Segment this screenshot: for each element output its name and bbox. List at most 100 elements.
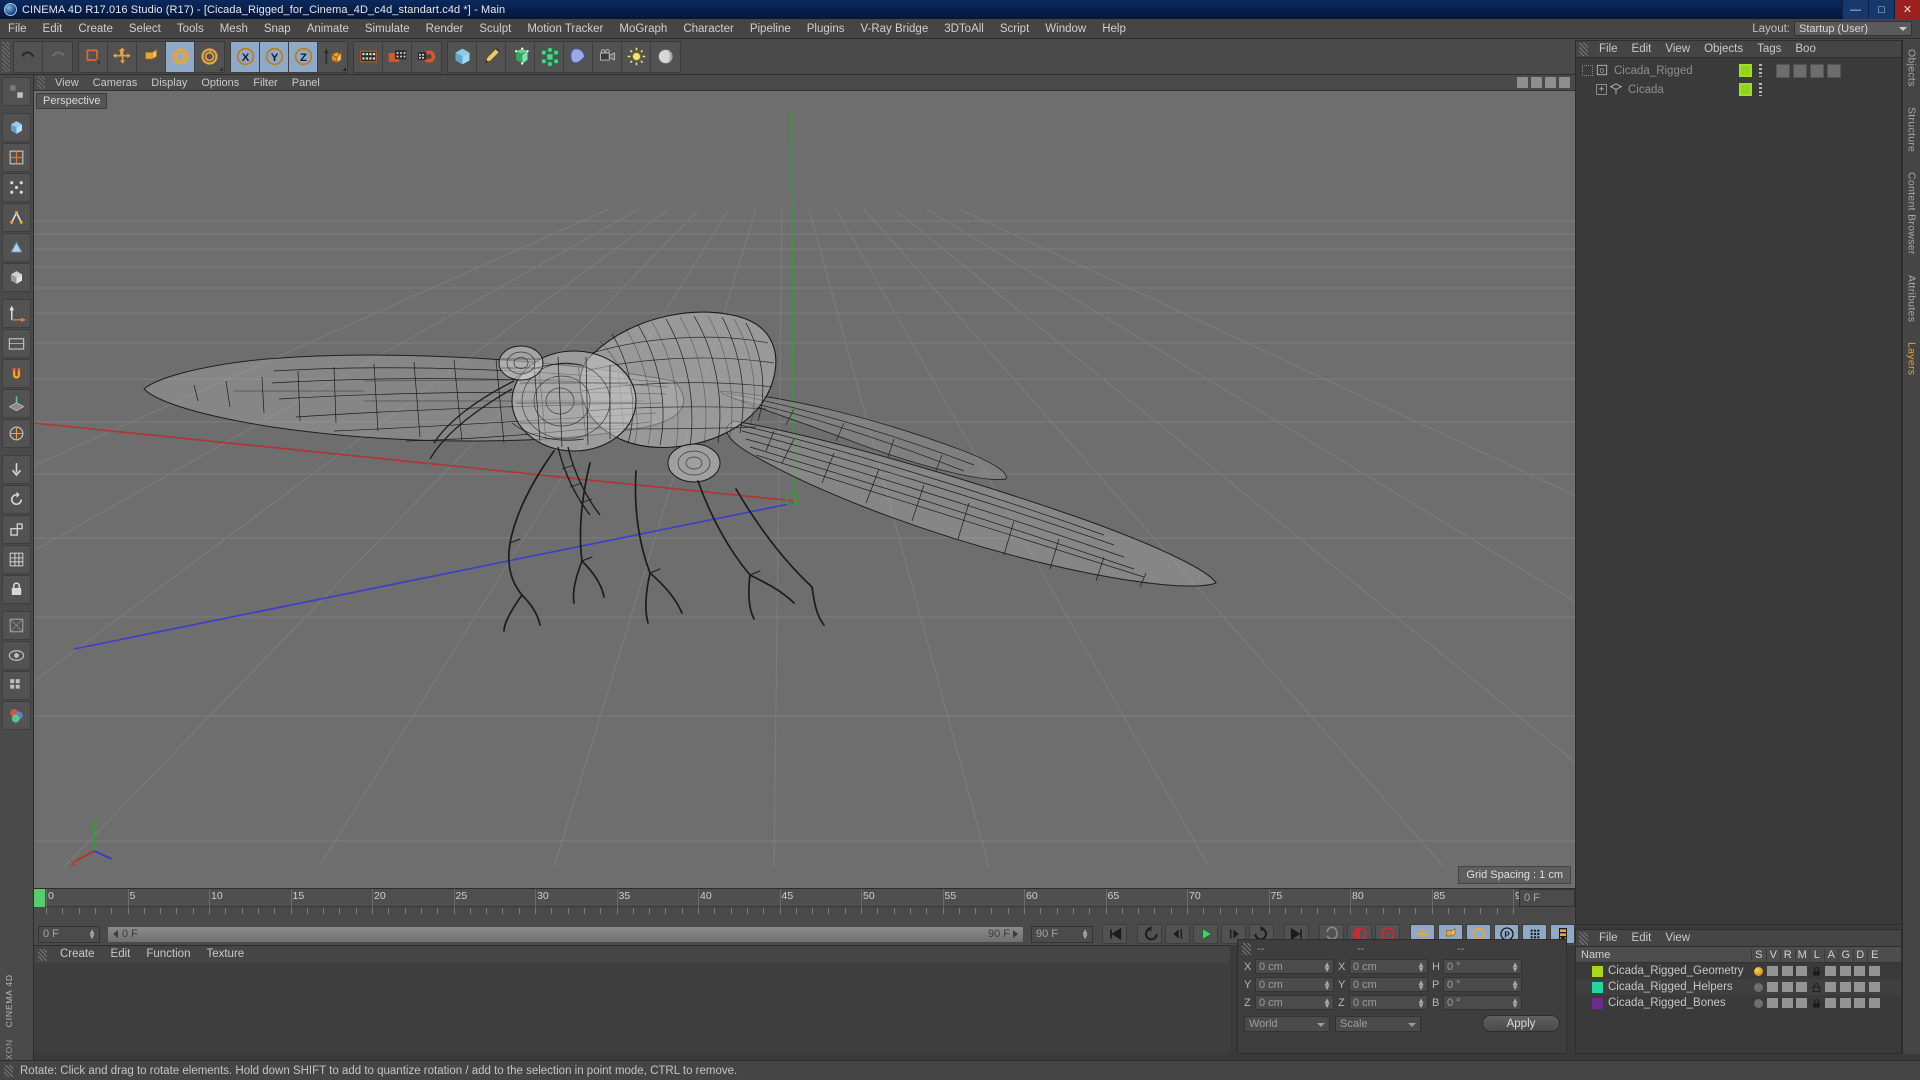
coordinate-input-position-x[interactable]: 0 cm ▲ ▼ — [1255, 959, 1334, 974]
workplane-button[interactable] — [2, 389, 31, 418]
add-light-button[interactable] — [622, 41, 651, 72]
add-generator-button[interactable] — [506, 41, 535, 72]
layer-column-l[interactable]: L — [1809, 948, 1824, 961]
coordinate-input-rotation-h[interactable]: 0 ° ▲ ▼ — [1443, 959, 1522, 974]
layer-column-e[interactable]: E — [1867, 948, 1882, 961]
model-mode-button[interactable] — [2, 263, 31, 292]
layout-dropdown[interactable]: Startup (User) — [1794, 21, 1912, 36]
object-tags[interactable] — [1776, 64, 1841, 78]
close-button[interactable]: ✕ — [1894, 0, 1920, 19]
apply-button[interactable]: Apply — [1482, 1015, 1560, 1032]
timeline-ruler[interactable]: 051015202530354045505560657075808590 0 F — [34, 888, 1575, 923]
viewport-grip[interactable] — [37, 76, 45, 89]
coordinate-input-position-y[interactable]: 0 cm ▲ ▼ — [1255, 977, 1334, 992]
maximize-button[interactable]: □ — [1868, 0, 1894, 19]
texture-tag-icon[interactable] — [1810, 64, 1824, 78]
coordinate-input-size-y[interactable]: 0 cm ▲ ▼ — [1349, 977, 1428, 992]
menu-item-tools[interactable]: Tools — [169, 19, 212, 39]
expand-toggle-icon[interactable] — [1582, 65, 1593, 76]
viewport-menu-options[interactable]: Options — [194, 75, 246, 91]
material-menu-texture[interactable]: Texture — [198, 946, 252, 963]
move-down-button[interactable] — [2, 455, 31, 484]
layer-toggle-render[interactable] — [1780, 982, 1795, 992]
protection-tag-icon[interactable] — [1793, 64, 1807, 78]
move-button[interactable] — [108, 41, 137, 72]
coordinate-input-position-z[interactable]: 0 cm ▲ ▼ — [1255, 995, 1334, 1010]
object-mode-button[interactable] — [2, 113, 31, 142]
layer-toggle-animation[interactable] — [1824, 966, 1839, 976]
spinner-icon[interactable]: ▲ ▼ — [1323, 961, 1331, 974]
texture-lock-button[interactable] — [2, 611, 31, 640]
layer-toggle-render[interactable] — [1780, 998, 1795, 1008]
layer-toggle-manager[interactable] — [1795, 998, 1810, 1008]
object-manager-list[interactable]: 0 Cicada_Rigged + Cicada — [1576, 58, 1901, 99]
viewport-perspective[interactable]: View Cameras Display Options Filter Panel Per… — [34, 75, 1575, 888]
layer-name-cell[interactable]: Cicada_Rigged_Bones — [1576, 997, 1751, 1009]
go-to-start-button[interactable] — [1102, 924, 1127, 944]
layer-toggle-animation[interactable] — [1824, 982, 1839, 992]
mode-toggle-button[interactable] — [2, 77, 31, 106]
layer-toggle-generator[interactable] — [1838, 966, 1853, 976]
layer-column-r[interactable]: R — [1780, 948, 1795, 961]
dropdown-corner-icon[interactable] — [342, 66, 346, 71]
add-cube-button[interactable] — [448, 41, 477, 72]
object-manager-menu-file[interactable]: File — [1592, 41, 1625, 58]
layer-toggle-view[interactable] — [1766, 982, 1781, 992]
locked-button[interactable] — [2, 575, 31, 604]
menu-item-v-ray-bridge[interactable]: V-Ray Bridge — [852, 19, 936, 39]
object-enable-toggle[interactable] — [1739, 64, 1752, 77]
layer-toggle-solo[interactable] — [1751, 998, 1766, 1008]
coordinate-input-rotation-p[interactable]: 0 ° ▲ ▼ — [1443, 977, 1522, 992]
right-tab-layers[interactable]: Layers — [1905, 339, 1919, 378]
viewport-menu-display[interactable]: Display — [144, 75, 194, 91]
add-spline-button[interactable] — [477, 41, 506, 72]
material-menu-create[interactable]: Create — [52, 946, 103, 963]
lock-z-button[interactable]: Z — [289, 41, 318, 72]
right-tab-content-browser[interactable]: Content Browser — [1905, 169, 1919, 258]
right-tab-structure[interactable]: Structure — [1905, 104, 1919, 155]
layer-row[interactable]: Cicada_Rigged_Bones — [1576, 995, 1901, 1011]
toolbar-grip[interactable] — [2, 41, 10, 72]
spinner-icon[interactable]: ▲ ▼ — [1417, 961, 1425, 974]
undo-button[interactable] — [14, 41, 43, 72]
spinner-icon[interactable]: ▲ ▼ — [1417, 979, 1425, 992]
add-deformer-button[interactable] — [535, 41, 564, 72]
layer-toggle-expression[interactable] — [1867, 998, 1882, 1008]
add-scene-button[interactable] — [564, 41, 593, 72]
layer-manager-menu-file[interactable]: File — [1592, 930, 1625, 947]
spinner-icon[interactable]: ▲ ▼ — [1511, 961, 1519, 974]
coordinates-manager[interactable]: -- -- -- X0 cm ▲ ▼ X 0 cm ▲ ▼ H 0 ° ▲ ▼ Y 0 cm ▲ ▼ Y 0 c… — [1237, 939, 1567, 1054]
render-settings-button[interactable] — [412, 41, 441, 72]
redo-button[interactable] — [43, 41, 72, 72]
snap-button[interactable] — [2, 359, 31, 388]
viewport-menu-panel[interactable]: Panel — [285, 75, 327, 91]
vertexmap-tag-icon[interactable] — [1827, 64, 1841, 78]
object-row[interactable]: 0 Cicada_Rigged — [1576, 61, 1901, 80]
menu-item-character[interactable]: Character — [675, 19, 742, 39]
viewport-rotate-icon[interactable] — [1545, 77, 1556, 88]
layer-toggle-deformer[interactable] — [1853, 982, 1868, 992]
current-frame-field[interactable]: 0 F ▲ ▼ — [38, 925, 100, 943]
timeline-range-slider[interactable]: 0 F 90 F — [107, 925, 1024, 943]
layer-toggle-generator[interactable] — [1838, 998, 1853, 1008]
live-selection-button[interactable] — [79, 41, 108, 72]
layer-toggle-animation[interactable] — [1824, 998, 1839, 1008]
add-camera-button[interactable] — [593, 41, 622, 72]
world-coordinates-button[interactable] — [318, 41, 347, 72]
object-row[interactable]: + Cicada — [1576, 80, 1901, 99]
layer-toggle-view[interactable] — [1766, 998, 1781, 1008]
polygons-mode-button[interactable] — [2, 233, 31, 262]
end-frame-field[interactable]: 90 F ▲ ▼ — [1031, 925, 1093, 943]
lock-x-button[interactable]: X — [231, 41, 260, 72]
rotate-button[interactable] — [166, 41, 195, 72]
menu-item-pipeline[interactable]: Pipeline — [742, 19, 799, 39]
minimize-button[interactable]: — — [1842, 0, 1868, 19]
menu-item-mesh[interactable]: Mesh — [212, 19, 256, 39]
timeline-playhead[interactable] — [34, 889, 45, 907]
status-bar-grip[interactable] — [4, 1064, 13, 1077]
coordinate-mode-dropdown[interactable]: Scale — [1335, 1015, 1421, 1032]
layer-color-swatch[interactable] — [1592, 997, 1603, 1009]
spinner-icon[interactable]: ▲ ▼ — [1323, 997, 1331, 1010]
viewport-3d-scene[interactable]: X — [34, 91, 1575, 867]
menu-item-sculpt[interactable]: Sculpt — [471, 19, 519, 39]
